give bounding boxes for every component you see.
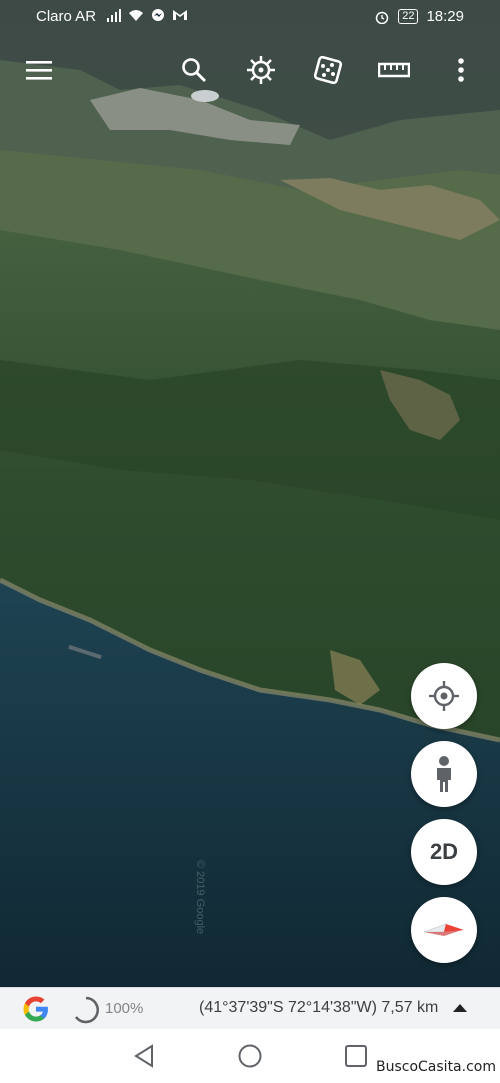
recents-button[interactable]	[341, 1041, 371, 1071]
feeling-lucky-button[interactable]	[308, 50, 348, 90]
home-icon	[238, 1044, 262, 1068]
menu-icon	[26, 61, 52, 80]
battery-level: 22	[398, 9, 419, 24]
menu-button[interactable]	[19, 50, 59, 90]
home-button[interactable]	[235, 1041, 265, 1071]
compass-button[interactable]	[411, 897, 477, 963]
status-bar: Claro AR 22 18:29	[0, 0, 500, 34]
compass-icon	[423, 923, 464, 936]
measure-button[interactable]	[374, 50, 414, 90]
voyager-icon	[247, 56, 275, 84]
my-location-button[interactable]	[411, 663, 477, 729]
google-logo-icon	[23, 996, 48, 1022]
signal-icon	[107, 9, 121, 22]
map-copyright: © 2019 Google	[194, 860, 206, 935]
gmail-icon	[173, 10, 187, 20]
system-nav-bar: BuscoCasita.com	[0, 1029, 500, 1083]
carrier-label: Claro AR	[36, 8, 97, 25]
pegman-icon	[437, 756, 451, 792]
search-button[interactable]	[174, 50, 214, 90]
loading-spinner-icon	[74, 996, 99, 1024]
site-watermark: BuscoCasita.com	[376, 1059, 496, 1075]
feeling-lucky-icon	[313, 55, 343, 85]
more-options-button[interactable]	[441, 50, 481, 90]
back-icon	[134, 1044, 153, 1068]
clock: 18:29	[426, 8, 464, 25]
info-bar: 100% (41°37'39"S 72°14'38"W) 7,57 km	[0, 987, 500, 1030]
coordinates-readout: (41°37'39"S 72°14'38"W) 7,57 km	[199, 999, 439, 1016]
search-icon	[182, 58, 207, 83]
more-options-icon	[458, 58, 464, 82]
my-location-icon	[429, 681, 459, 711]
loading-percent: 100%	[105, 1000, 144, 1017]
voyager-button[interactable]	[241, 50, 281, 90]
view-mode-button[interactable]: 2D	[411, 819, 477, 885]
top-toolbar	[0, 50, 500, 94]
recents-icon	[345, 1045, 367, 1067]
messenger-icon	[152, 9, 164, 21]
expand-up-icon[interactable]	[452, 1002, 468, 1014]
street-view-button[interactable]	[411, 741, 477, 807]
wifi-icon	[129, 10, 143, 21]
view-mode-label: 2D	[429, 839, 459, 864]
back-button[interactable]	[129, 1041, 159, 1071]
alarm-icon	[375, 11, 389, 24]
measure-icon	[378, 62, 410, 78]
